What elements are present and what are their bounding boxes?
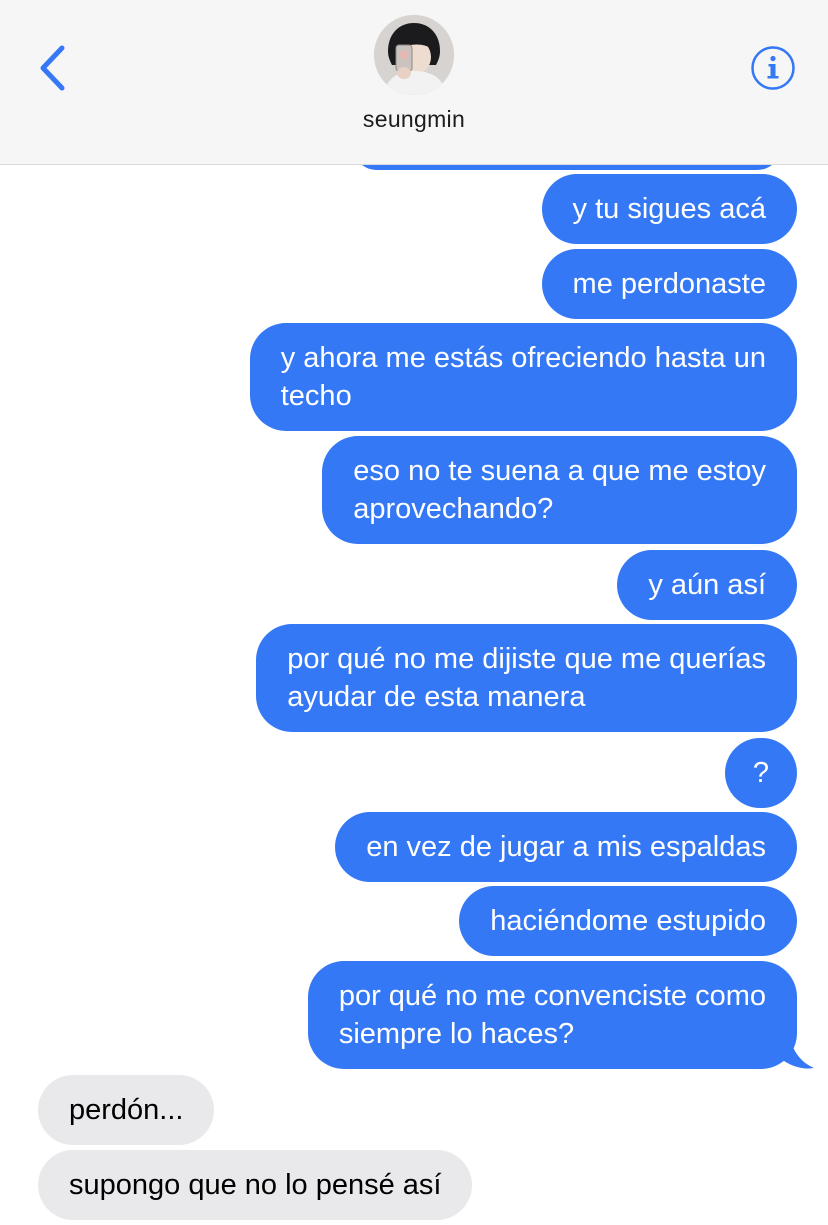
sent-message-bubble[interactable]: por qué no me dijiste que me querías ayu… (256, 624, 797, 732)
sent-message-bubble[interactable]: en vez de jugar a mis espaldas (335, 812, 797, 882)
sent-message-bubble[interactable]: y ahora me estás ofreciendo hasta un tec… (249, 323, 797, 431)
avatar-photo-icon (374, 15, 454, 95)
message-text-line: ayudar de esta manera (287, 681, 586, 713)
avatar[interactable] (374, 15, 454, 95)
message-text-line: por qué no me dijiste que me querías (287, 643, 766, 675)
contact-name[interactable]: seungmin (0, 106, 828, 133)
message-text-line: techo (280, 380, 352, 412)
chevron-left-icon[interactable] (30, 38, 74, 98)
bubble-tail-icon (780, 1036, 814, 1069)
sent-message-bubble[interactable]: eso no te suena a que me estoy aprovecha… (322, 436, 797, 544)
sent-message-bubble[interactable]: por qué no me convenciste como siempre l… (307, 961, 797, 1069)
conversation-header: seungmin (0, 0, 828, 165)
message-text: ? (752, 757, 769, 789)
sent-message-bubble[interactable]: ? (724, 738, 797, 808)
message-text-line: aprovechando? (353, 493, 554, 525)
received-message-bubble[interactable]: perdón... (38, 1075, 215, 1145)
message-text: me perdonaste (572, 268, 766, 300)
message-list[interactable]: y tu sigues acá me perdonaste y ahora me… (0, 0, 828, 1225)
message-text: y aún así (648, 569, 766, 601)
conversation-screen: y tu sigues acá me perdonaste y ahora me… (0, 0, 828, 1225)
sent-message-bubble[interactable]: haciéndome estupido (459, 886, 797, 956)
message-text-line: y ahora me estás ofreciendo hasta un (280, 342, 766, 374)
message-text-line: por qué no me convenciste como (338, 980, 766, 1012)
message-text: en vez de jugar a mis espaldas (366, 831, 766, 863)
message-text-line: eso no te suena a que me estoy (353, 455, 766, 487)
sent-message-bubble[interactable]: y aún así (617, 550, 797, 620)
message-text: haciéndome estupido (490, 905, 766, 937)
message-text: perdón... (69, 1094, 184, 1126)
message-text: supongo que no lo pensé así (69, 1169, 442, 1201)
message-text: y tu sigues acá (572, 193, 766, 225)
sent-message-bubble[interactable]: me perdonaste (541, 249, 797, 319)
info-circle-icon[interactable] (750, 45, 796, 91)
message-text-line: siempre lo haces? (338, 1018, 575, 1050)
sent-message-bubble[interactable]: y tu sigues acá (541, 174, 797, 244)
received-message-bubble[interactable]: supongo que no lo pensé así (38, 1150, 473, 1220)
